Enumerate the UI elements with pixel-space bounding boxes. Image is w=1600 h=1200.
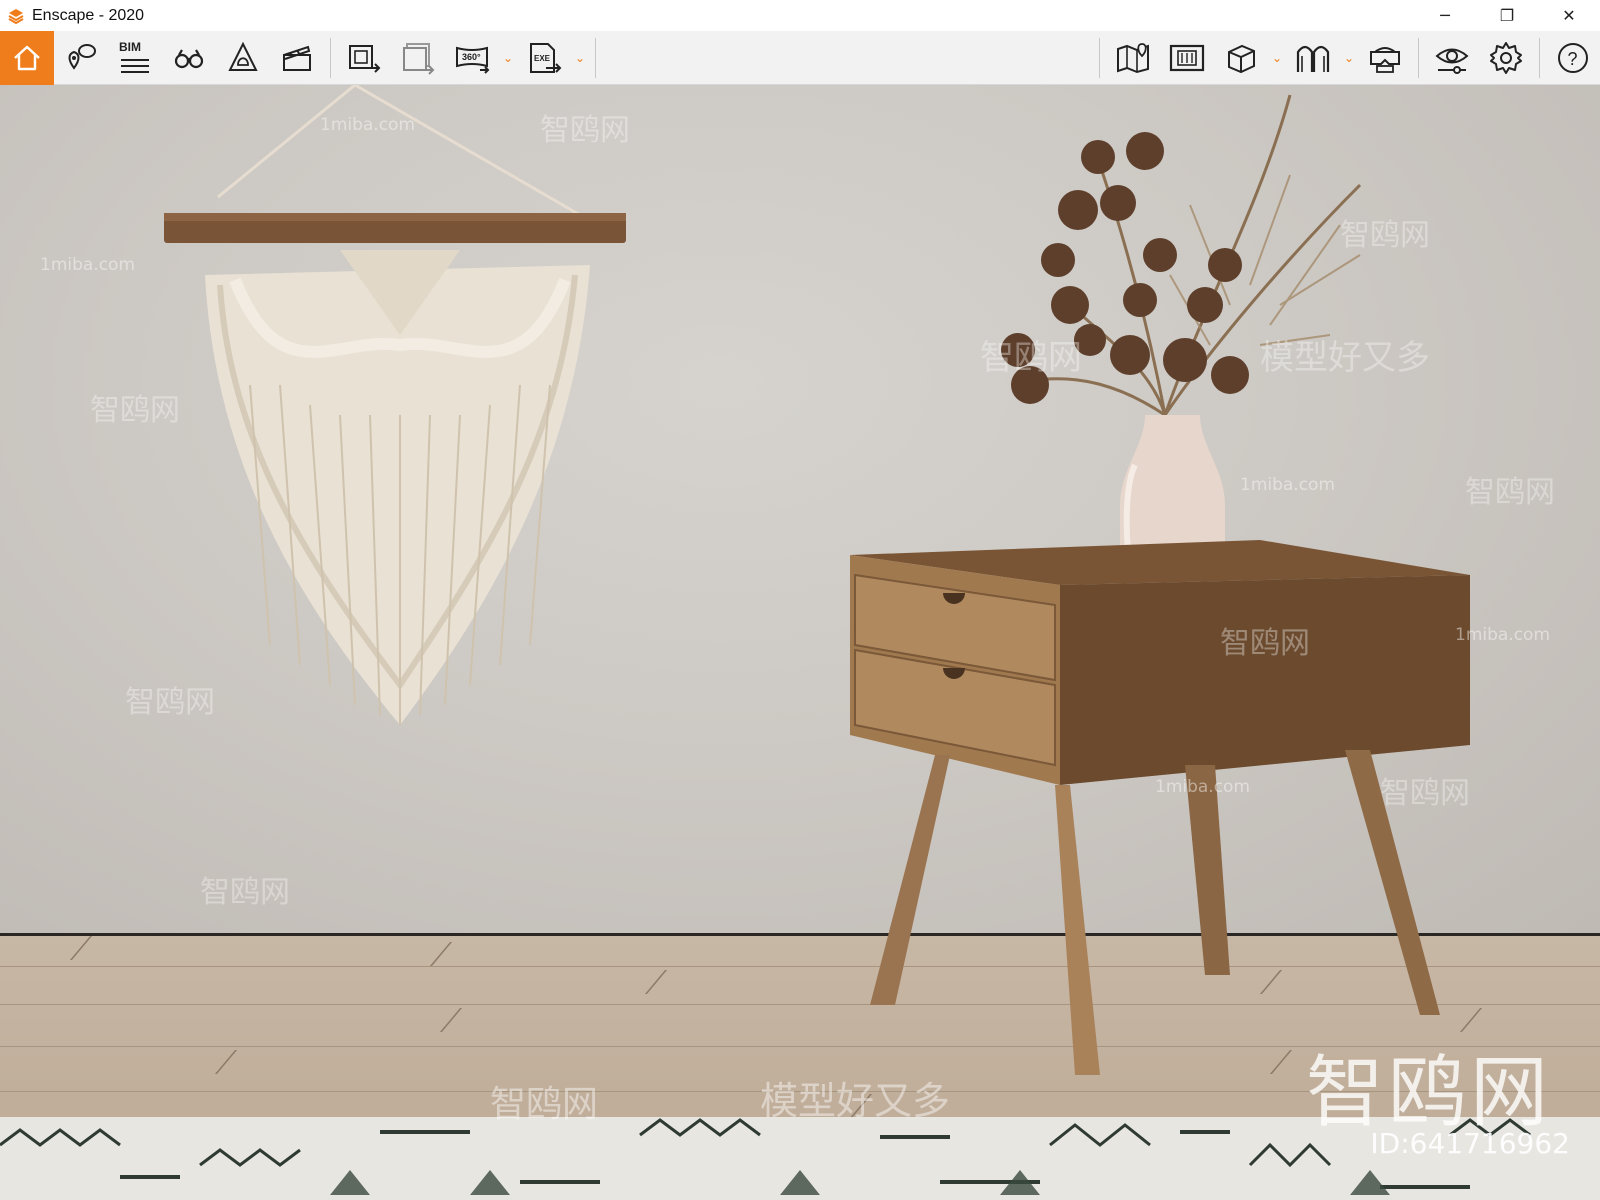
visual-settings-button[interactable] <box>1425 31 1479 85</box>
gear-icon <box>1490 42 1522 74</box>
export-image-button[interactable] <box>337 31 391 85</box>
svg-text:?: ? <box>1568 49 1578 69</box>
video-editor-button[interactable] <box>270 31 324 85</box>
toolbar-separator <box>1099 38 1100 78</box>
binoculars-icon <box>174 49 204 69</box>
scene-objects <box>0 85 1600 1200</box>
cube-icon <box>1228 44 1255 74</box>
patterned-rug <box>0 1117 1600 1200</box>
restore-button[interactable]: ❐ <box>1476 0 1538 31</box>
sync-views-button[interactable] <box>54 31 108 85</box>
map-pin-icon <box>1117 43 1149 74</box>
title-bar: Enscape - 2020 ─ ❐ ✕ <box>0 0 1600 31</box>
help-button[interactable]: ? <box>1546 31 1600 85</box>
toolbar-left-group: BIM 360° ⌄ EXE ⌄ <box>0 31 602 85</box>
home-icon <box>14 45 40 71</box>
clapperboard-icon <box>283 45 311 71</box>
eye-icon <box>1435 48 1469 74</box>
enscape-logo-icon <box>6 6 26 26</box>
triangle-bell-icon <box>228 41 258 71</box>
batch-export-icon <box>403 43 435 75</box>
main-toolbar: BIM 360° ⌄ EXE ⌄ ⌄ ⌄ ? <box>0 31 1600 112</box>
help-icon: ? <box>1558 43 1588 73</box>
window-controls: ─ ❐ ✕ <box>1414 0 1600 31</box>
building-icon <box>1169 44 1205 72</box>
toolbar-separator <box>330 38 331 78</box>
toolbar-separator <box>1418 38 1419 78</box>
map-button[interactable] <box>1106 31 1160 85</box>
svg-text:EXE: EXE <box>534 54 551 63</box>
settings-button[interactable] <box>1479 31 1533 85</box>
home-button[interactable] <box>0 31 54 85</box>
export-exe-button[interactable]: EXE <box>517 31 571 85</box>
bim-label: BIM <box>119 40 141 54</box>
capture-settings-button[interactable] <box>216 31 270 85</box>
enscape-window: Enscape - 2020 ─ ❐ ✕ BIM 360° ⌄ EXE ⌄ ⌄ … <box>0 0 1600 1200</box>
minimize-button[interactable]: ─ <box>1414 0 1476 31</box>
macrame-wall-hanging <box>164 85 626 725</box>
cube-button[interactable] <box>1214 31 1268 85</box>
wooden-side-table <box>850 540 1470 1075</box>
render-viewport[interactable]: 1miba.com 1miba.com 1miba.com 1miba.com … <box>0 85 1600 1200</box>
vr-headset-icon <box>1370 47 1400 73</box>
close-button[interactable]: ✕ <box>1538 0 1600 31</box>
toolbar-separator <box>1539 38 1540 78</box>
window-title: Enscape - 2020 <box>32 6 145 24</box>
vr-headset-button[interactable] <box>1358 31 1412 85</box>
export-image-icon <box>349 45 381 73</box>
export-exe-icon: EXE <box>530 43 562 73</box>
materials-dropdown-chevron-icon[interactable]: ⌄ <box>1340 31 1358 85</box>
map-pin-chat-icon <box>68 44 96 70</box>
toolbar-right-group: ⌄ ⌄ ? <box>1093 31 1600 85</box>
svg-text:360°: 360° <box>462 52 481 62</box>
bim-button[interactable]: BIM <box>108 31 162 85</box>
panorama-360-icon: 360° <box>456 46 490 74</box>
batch-export-button[interactable] <box>391 31 445 85</box>
materials-button[interactable] <box>1286 31 1340 85</box>
panorama-button[interactable]: 360° <box>445 31 499 85</box>
cube-dropdown-chevron-icon[interactable]: ⌄ <box>1268 31 1286 85</box>
views-button[interactable] <box>162 31 216 85</box>
export-exe-dropdown-chevron-icon[interactable]: ⌄ <box>571 31 589 85</box>
vase-with-dried-flowers <box>1001 94 1362 575</box>
panorama-dropdown-chevron-icon[interactable]: ⌄ <box>499 31 517 85</box>
toolbar-separator <box>595 38 596 78</box>
asset-library-button[interactable] <box>1160 31 1214 85</box>
arches-icon <box>1296 45 1330 72</box>
